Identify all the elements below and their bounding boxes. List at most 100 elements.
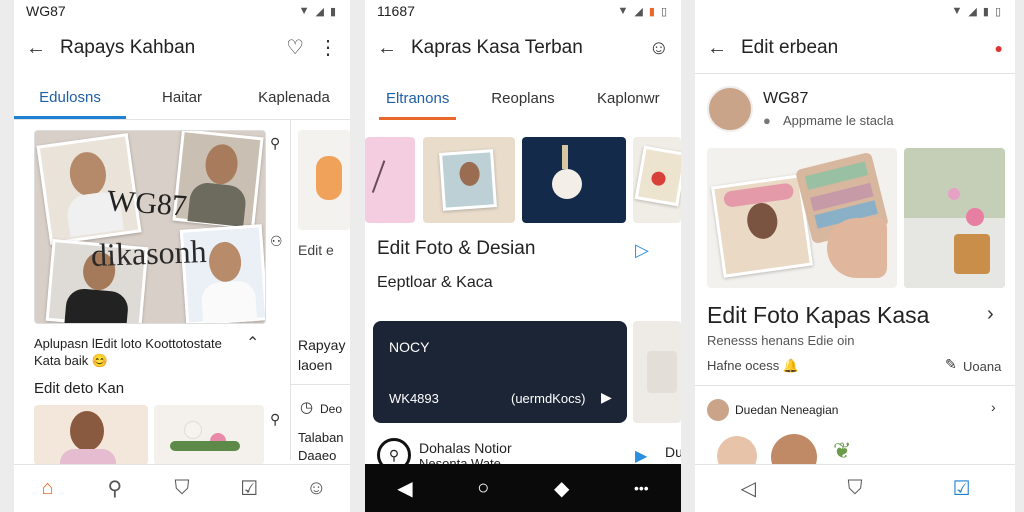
search-icon[interactable]: ⚲ <box>95 476 135 501</box>
section-subtitle: Renesss henans Edie oin <box>707 333 855 348</box>
account-icon[interactable]: ☺ <box>649 38 669 58</box>
avatar[interactable] <box>707 399 729 421</box>
side-preview-image[interactable] <box>298 130 350 230</box>
home-icon[interactable]: ⌂ <box>28 477 68 500</box>
battery-icon: ▮ <box>982 5 989 18</box>
chevron-right-icon[interactable]: › <box>987 304 994 324</box>
phone-screen-3: ▼ ◢ ▮ ▯ ← Edit erbean ● WG87 ● Appmame l… <box>695 0 1015 512</box>
side-text-5: Talaban <box>298 430 344 445</box>
signal-icon: ◢ <box>315 5 324 18</box>
tab-2[interactable]: Haitar <box>126 77 238 118</box>
profile-icon[interactable]: ☺ <box>296 477 336 500</box>
page-title: Kapras Kasa Terban <box>411 37 583 58</box>
face-image <box>203 142 240 186</box>
section-meta: Hafne ocess 🔔 <box>707 358 800 373</box>
back-arrow-icon[interactable]: ← <box>26 38 46 58</box>
back-arrow-icon[interactable]: ← <box>377 38 397 58</box>
wifi-icon: ▼ <box>617 5 629 17</box>
profile-name: WG87 <box>763 90 809 107</box>
page-title: Edit erbean <box>741 36 839 58</box>
polaroid-photo <box>439 149 497 211</box>
back-arrow-icon[interactable]: ← <box>707 38 727 58</box>
verified-icon: ● <box>763 113 771 128</box>
card-title: NOCY <box>389 339 430 355</box>
edit-action-label[interactable]: Uoana <box>963 359 1001 374</box>
recents-icon[interactable]: ◆ <box>554 476 569 501</box>
thumbnail-flowers[interactable] <box>154 405 264 465</box>
comment-author: Duedan Neneagian <box>735 403 839 417</box>
tab-1[interactable]: Eltranons <box>365 78 470 120</box>
chevron-right-icon[interactable]: › <box>991 400 996 414</box>
card-link[interactable]: (uermdKocs) <box>511 391 585 406</box>
wifi-icon: ▼ <box>951 5 963 17</box>
chevron-right-icon[interactable]: ▶ <box>601 389 612 406</box>
signal-icon: ◢ <box>968 5 977 18</box>
battery-icon: ▮ <box>329 5 336 18</box>
side-preview-image[interactable] <box>633 321 681 423</box>
home-circle-icon[interactable]: ○ <box>477 477 489 500</box>
more-vert-icon[interactable]: ⋮ <box>318 38 338 58</box>
face-image <box>458 161 481 187</box>
photo-collage[interactable]: WG87 dikasonh <box>34 130 266 324</box>
avatar[interactable] <box>707 86 753 132</box>
tab-3[interactable]: Kaplenada <box>238 77 350 118</box>
card-code: WK4893 <box>389 391 439 406</box>
battery-icon: ▮ <box>648 5 655 18</box>
divider <box>695 385 1015 386</box>
thumbnail-polaroid[interactable] <box>423 137 515 223</box>
edit-icon[interactable]: ✎ <box>945 357 957 371</box>
face-image <box>67 149 109 199</box>
side-text-1: Edit e <box>298 242 334 258</box>
app-bar: ← Kapras Kasa Terban ☺ <box>365 22 681 74</box>
status-bar: WG87 ▼ ◢ ▮ <box>14 0 350 22</box>
inbox-icon[interactable]: ☑ <box>229 476 269 501</box>
play-arrow-icon[interactable]: ▷ <box>635 240 649 261</box>
side-photo-flowers[interactable] <box>904 148 1005 288</box>
back-triangle-icon[interactable]: ◀ <box>397 476 412 501</box>
post-caption-line1: Aplupasn lEdit loto Koottotostate <box>34 336 222 351</box>
heart-icon[interactable]: ♡ <box>286 38 304 58</box>
list-item-title: Dohalas Notior <box>419 440 512 456</box>
app-bar: ← Rapays Kahban ♡ ⋮ <box>14 22 350 74</box>
tab-1[interactable]: Edulosns <box>14 77 126 119</box>
more-horiz-icon[interactable]: ••• <box>634 480 649 496</box>
section-heading: Edit Foto Kapas Kasa <box>707 302 930 328</box>
face-image <box>207 240 243 283</box>
section-heading: Edit Foto & Desian <box>377 238 536 259</box>
back-triangle-icon[interactable]: ◁ <box>728 476 768 501</box>
side-label: Du <box>665 444 681 460</box>
person-icon[interactable]: ⚇ <box>270 234 283 248</box>
thumbnail-pink-floral[interactable] <box>365 137 415 223</box>
main-photo-card[interactable] <box>707 148 897 288</box>
bottom-navigation: ◁ ⛉ ☑ <box>695 464 1015 512</box>
section-subheading: Eeptloar & Kaca <box>377 274 493 291</box>
divider <box>290 120 291 460</box>
edit-square-icon[interactable]: ☑ <box>942 476 982 501</box>
notification-badge-icon[interactable]: ● <box>995 41 1003 55</box>
collage-text-1: WG87 <box>105 184 189 223</box>
tab-3[interactable]: Kaplonwr <box>576 78 681 119</box>
status-icons: ▼ ◢ ▮ ▯ <box>618 5 667 18</box>
bottom-navigation: ⌂ ⚲ ⛉ ☑ ☺ <box>14 464 350 512</box>
play-arrow-icon[interactable]: ▶ <box>635 446 647 466</box>
collage-text-2: dikasonh <box>90 232 208 274</box>
chevron-up-icon[interactable]: ⌃ <box>246 336 259 352</box>
tab-2[interactable]: Reoplans <box>470 78 575 119</box>
side-text-6: Daaeo <box>298 448 337 463</box>
side-text-4: Deo <box>320 402 343 416</box>
shield-icon[interactable]: ⛉ <box>835 477 875 500</box>
app-bar: ← Edit erbean ● <box>695 22 1015 74</box>
tab-bar: Eltranons Reoplans Kaplonwr <box>365 76 681 120</box>
shield-icon[interactable]: ⛉ <box>162 477 202 500</box>
side-text-2: Rapyay <box>298 337 346 353</box>
thumbnail-girl-phone[interactable] <box>34 405 148 465</box>
thumbnail-rose-navy[interactable] <box>522 137 626 223</box>
profile-subtitle: Appmame le stacla <box>783 113 894 128</box>
dark-feature-card[interactable]: NOCY WK4893 (uermdKocs) ▶ <box>373 321 627 423</box>
status-time: WG87 <box>26 3 66 19</box>
thumbnail-plant-polaroid[interactable] <box>633 137 681 223</box>
pin-icon[interactable]: ⚲ <box>270 412 280 426</box>
clock-icon: ◷ <box>300 399 314 416</box>
divider <box>290 384 350 385</box>
pin-icon[interactable]: ⚲ <box>270 136 280 150</box>
